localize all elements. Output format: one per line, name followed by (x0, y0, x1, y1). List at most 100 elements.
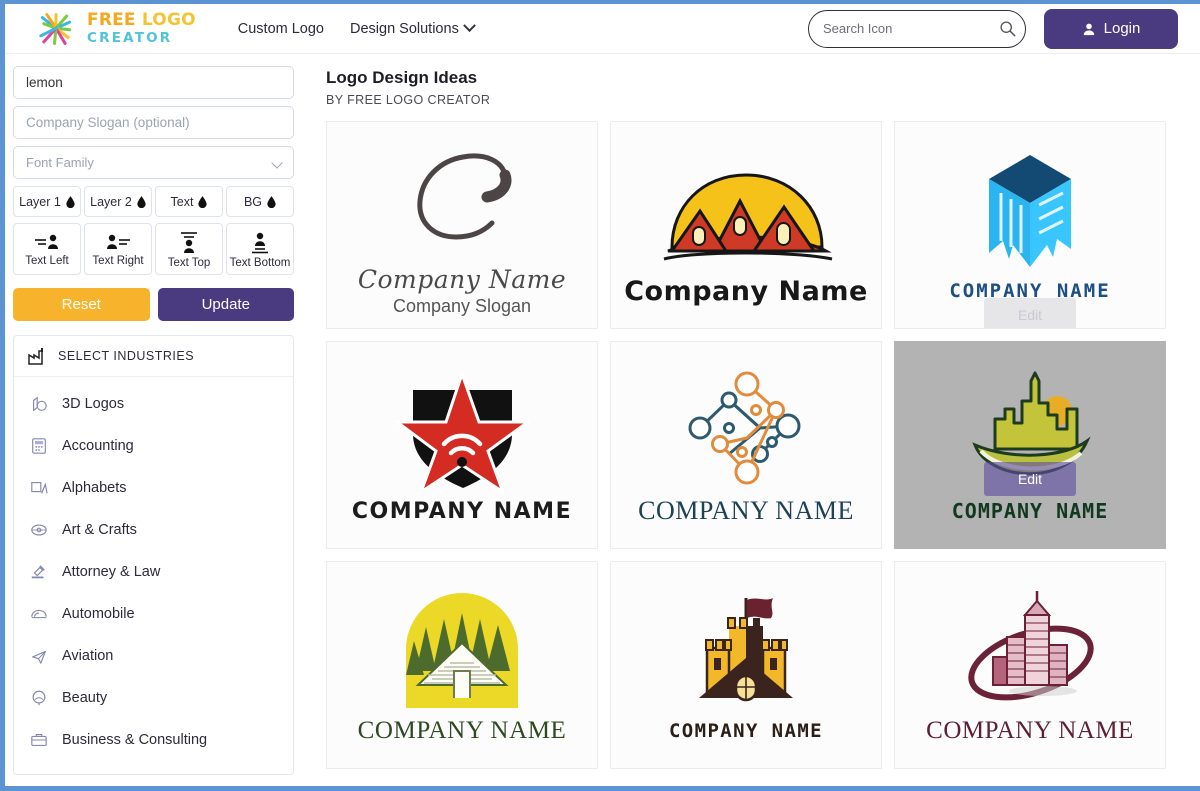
logo-card-cabin-trees[interactable]: COMPANY NAME (326, 561, 598, 769)
edit-button[interactable]: Edit (984, 462, 1076, 496)
industry-item-alphabets[interactable]: Alphabets (14, 467, 293, 509)
industry-item-beauty[interactable]: Beauty (14, 677, 293, 719)
mirror-icon (32, 690, 46, 706)
chevron-down-icon (271, 157, 283, 169)
logo-company-name: COMPANY NAME (951, 499, 1109, 523)
search-icon[interactable] (999, 20, 1016, 37)
industries-panel: SELECT INDUSTRIES 3D Logos Accounting Al… (13, 335, 294, 775)
cabin-pines-logo (398, 585, 526, 711)
page-title: Logo Design Ideas (326, 68, 478, 87)
update-button[interactable]: Update (157, 288, 294, 321)
droplet-icon (198, 195, 208, 208)
briefcase-icon (31, 734, 47, 746)
industries-list: 3D Logos Accounting Alphabets Art & Craf… (14, 377, 293, 761)
blue-3d-building-logo (975, 148, 1085, 274)
text-bottom-label: Text Bottom (229, 256, 291, 269)
logo-grid: Company Name Company Slogan Company Name… (326, 121, 1192, 769)
browser-viewport: FREE LOGO CREATOR Custom Logo Design Sol… (0, 0, 1200, 791)
text-top-button[interactable]: Text Top (155, 223, 223, 275)
logo-card-script-c[interactable]: Company Name Company Slogan (326, 121, 598, 329)
text-left-button[interactable]: Text Left (13, 223, 81, 275)
nav-item-custom-logo[interactable]: Custom Logo (238, 21, 324, 37)
castle-flag-logo (681, 588, 811, 714)
text-right-icon (107, 234, 130, 249)
industry-item-attorney-law[interactable]: Attorney & Law (14, 551, 293, 593)
network-nodes-logo (684, 364, 809, 490)
search-box[interactable] (808, 9, 1026, 48)
letter-board-icon (31, 482, 48, 494)
nav-item-design-solutions[interactable]: Design Solutions (350, 19, 476, 37)
industry-label: 3D Logos (62, 396, 125, 412)
color-button-row: Layer 1 Layer 2 Text BG (13, 186, 294, 217)
droplet-icon (66, 195, 75, 208)
logo-card-star-wifi[interactable]: COMPANY NAME (326, 341, 598, 549)
edit-button[interactable]: Edit (984, 298, 1076, 328)
color-button-label: BG (243, 194, 263, 209)
editor-sidebar: Font Family Layer 1 Layer 2 Text BG (5, 54, 302, 786)
industries-header: SELECT INDUSTRIES (14, 336, 293, 377)
industry-label: Accounting (62, 438, 134, 454)
brand-free: FREE (87, 9, 136, 30)
logo-card-castle-flag[interactable]: COMPANY NAME (610, 561, 882, 769)
airplane-icon (32, 650, 46, 664)
company-name-input[interactable] (26, 75, 281, 90)
text-right-label: Text Right (92, 254, 144, 267)
main-nav: Custom Logo Design Solutions (238, 19, 476, 37)
color-button-text[interactable]: Text (155, 186, 223, 217)
brand-logo[interactable]: FREE LOGO CREATOR (33, 10, 196, 48)
logo-company-name: COMPANY NAME (926, 717, 1134, 744)
text-bottom-icon (252, 232, 268, 253)
text-bottom-button[interactable]: Text Bottom (226, 223, 294, 275)
script-c-logo (387, 133, 537, 259)
reset-button[interactable]: Reset (13, 288, 150, 321)
industry-item-aviation[interactable]: Aviation (14, 635, 293, 677)
industry-item-art-crafts[interactable]: Art & Crafts (14, 509, 293, 551)
industry-item-automobile[interactable]: Automobile (14, 593, 293, 635)
droplet-icon (137, 195, 146, 208)
text-left-label: Text Left (25, 254, 69, 267)
logo-company-name: Company Name (624, 275, 868, 307)
industry-label: Aviation (62, 648, 114, 664)
logo-company-name: COMPANY NAME (638, 496, 854, 525)
industry-label: Business & Consulting (62, 732, 208, 748)
color-button-bg[interactable]: BG (226, 186, 294, 217)
logo-card-blue-cube[interactable]: COMPANY NAME Edit (894, 121, 1166, 329)
login-button[interactable]: Login (1044, 8, 1178, 49)
industry-label: Alphabets (62, 480, 127, 496)
color-button-label: Layer 1 (19, 194, 61, 209)
slogan-input[interactable] (26, 115, 281, 130)
logo-company-name: COMPANY NAME (668, 720, 824, 742)
droplet-icon (267, 195, 276, 208)
user-icon (1083, 23, 1094, 35)
font-family-select[interactable]: Font Family (13, 146, 294, 179)
company-name-field[interactable] (13, 66, 294, 99)
nav-label: Design Solutions (350, 20, 459, 37)
car-icon (31, 609, 47, 619)
slogan-field[interactable] (13, 106, 294, 139)
color-button-layer-2[interactable]: Layer 2 (84, 186, 152, 217)
font-family-label: Font Family (26, 155, 94, 170)
logo-card-network-nodes[interactable]: COMPANY NAME (610, 341, 882, 549)
text-top-icon (181, 231, 197, 253)
industry-item-accounting[interactable]: Accounting (14, 425, 293, 467)
industries-header-label: SELECT INDUSTRIES (58, 349, 195, 363)
pinwheel-logo-icon (39, 12, 72, 45)
color-button-label: Layer 2 (90, 194, 132, 209)
nav-label: Custom Logo (237, 20, 324, 37)
industry-item-3d-logos[interactable]: 3D Logos (14, 383, 293, 425)
houses-sun-logo (654, 144, 839, 270)
calculator-icon (32, 438, 46, 454)
logo-company-name: COMPANY NAME (357, 717, 567, 744)
logo-card-green-city-leaf[interactable]: COMPANY NAME Edit (894, 341, 1166, 549)
logo-card-houses-sun[interactable]: Company Name (610, 121, 882, 329)
logo-company-name: COMPANY NAME (351, 498, 573, 524)
industry-item-business-consulting[interactable]: Business & Consulting (14, 719, 293, 761)
search-input[interactable] (823, 21, 999, 36)
login-label: Login (1103, 20, 1141, 37)
logo-card-skyscraper-swoosh[interactable]: COMPANY NAME (894, 561, 1166, 769)
text-right-button[interactable]: Text Right (84, 223, 152, 275)
color-button-layer-1[interactable]: Layer 1 (13, 186, 81, 217)
industry-label: Attorney & Law (62, 564, 161, 580)
text-left-icon (35, 234, 58, 249)
logo-company-slogan: Company Slogan (392, 296, 532, 316)
